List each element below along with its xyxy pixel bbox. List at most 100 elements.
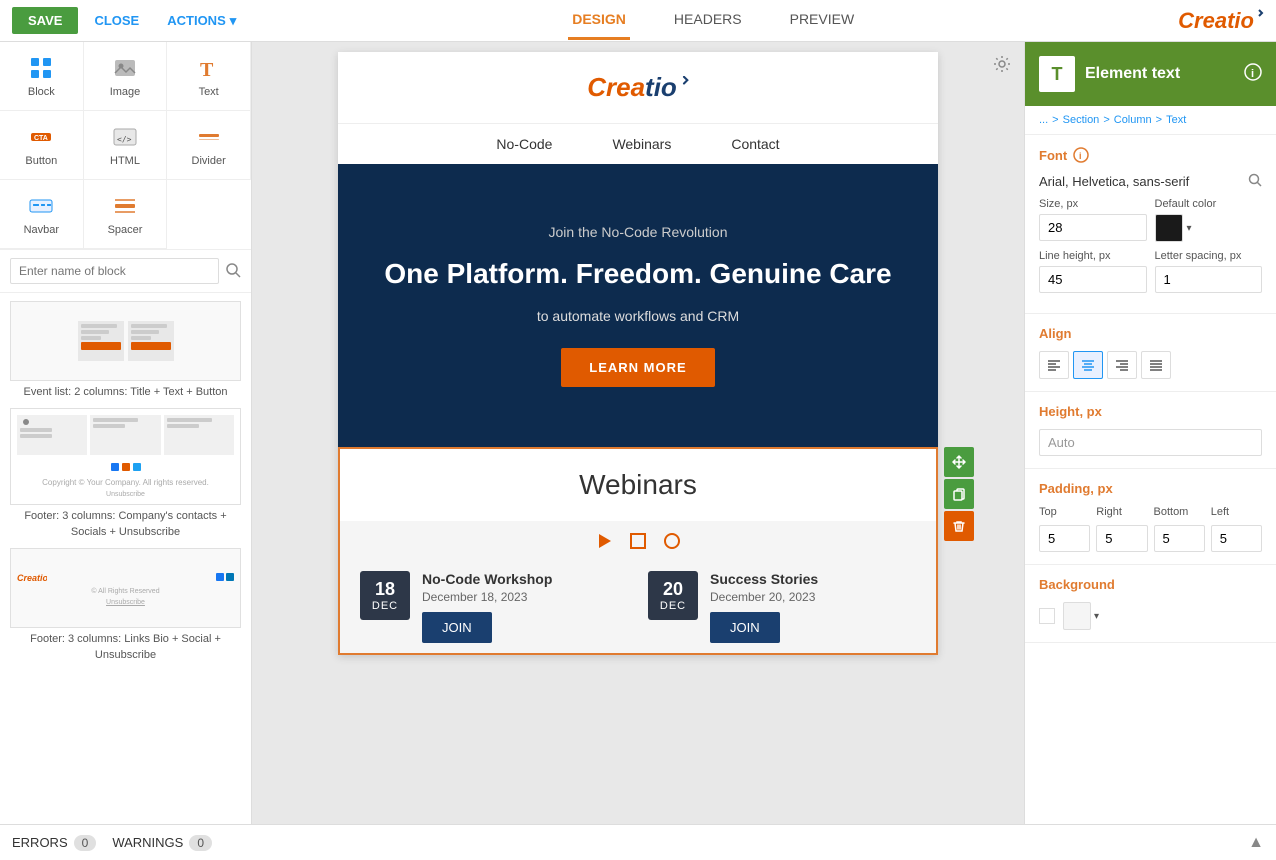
element-actions bbox=[944, 447, 974, 541]
background-row: ▾ bbox=[1039, 602, 1262, 630]
hero-description: to automate workflows and CRM bbox=[378, 308, 898, 324]
block-preview-footer-contacts-label: Footer: 3 columns: Company's contacts + … bbox=[10, 509, 241, 540]
height-input[interactable] bbox=[1039, 429, 1262, 456]
height-section-title: Height, px bbox=[1039, 404, 1262, 419]
status-toggle-button[interactable]: ▲ bbox=[1248, 834, 1264, 852]
align-center-button[interactable] bbox=[1073, 351, 1103, 379]
webinar-month-0: DEC bbox=[370, 600, 400, 612]
tab-design[interactable]: DESIGN bbox=[568, 1, 630, 40]
trash-icon bbox=[952, 519, 966, 533]
align-justify-button[interactable] bbox=[1141, 351, 1171, 379]
tab-headers[interactable]: HEADERS bbox=[670, 1, 746, 40]
webinar-day-1: 20 bbox=[658, 579, 688, 600]
tool-image[interactable]: Image bbox=[84, 42, 168, 111]
warnings-label: WARNINGS bbox=[112, 835, 183, 850]
copy-element-button[interactable] bbox=[944, 479, 974, 509]
align-right-button[interactable] bbox=[1107, 351, 1137, 379]
close-button[interactable]: CLOSE bbox=[82, 7, 151, 34]
play-icon bbox=[594, 531, 614, 551]
element-type-icon: T bbox=[1039, 56, 1075, 92]
padding-top-input[interactable] bbox=[1039, 525, 1090, 552]
save-button[interactable]: SAVE bbox=[12, 7, 78, 34]
webinar-date-text-0: December 18, 2023 bbox=[422, 590, 628, 604]
padding-bottom-label: Bottom bbox=[1154, 506, 1205, 518]
background-color-arrow[interactable]: ▾ bbox=[1094, 611, 1099, 622]
line-height-input[interactable] bbox=[1039, 266, 1147, 293]
font-search-icon bbox=[1248, 173, 1262, 187]
left-sidebar: Block Image T Text bbox=[0, 42, 252, 824]
tool-divider[interactable]: Divider bbox=[167, 111, 251, 180]
letter-spacing-field: Letter spacing, px bbox=[1155, 250, 1263, 293]
hero-subtitle: Join the No-Code Revolution bbox=[378, 224, 898, 240]
copy-icon bbox=[952, 487, 966, 501]
padding-right-input[interactable] bbox=[1096, 525, 1147, 552]
webinars-section-wrapper: Webinars bbox=[338, 447, 938, 655]
color-swatch[interactable] bbox=[1155, 214, 1183, 242]
background-color-swatch[interactable] bbox=[1063, 602, 1091, 630]
svg-text:i: i bbox=[1079, 151, 1082, 161]
nav-no-code[interactable]: No-Code bbox=[496, 136, 552, 152]
tool-text[interactable]: T Text bbox=[167, 42, 251, 111]
tool-navbar-label: Navbar bbox=[24, 224, 59, 236]
actions-button[interactable]: ACTIONS ▾ bbox=[155, 7, 248, 35]
breadcrumb-column[interactable]: Column bbox=[1114, 114, 1152, 126]
block-preview-footer-contacts[interactable]: Copyright © Your Company. All rights res… bbox=[10, 408, 241, 540]
padding-bottom-input[interactable] bbox=[1154, 525, 1205, 552]
block-search-area bbox=[0, 250, 251, 293]
color-dropdown-arrow[interactable]: ▾ bbox=[1187, 223, 1192, 234]
search-button[interactable] bbox=[225, 262, 241, 281]
button-icon: CTA bbox=[27, 123, 55, 151]
delete-element-button[interactable] bbox=[944, 511, 974, 541]
webinar-date-text-1: December 20, 2023 bbox=[710, 590, 916, 604]
webinars-section[interactable]: Webinars bbox=[338, 447, 938, 655]
color-label: Default color bbox=[1155, 198, 1263, 210]
tool-button[interactable]: CTA Button bbox=[0, 111, 84, 180]
panel-header: T Element text i bbox=[1025, 42, 1276, 106]
align-left-button[interactable] bbox=[1039, 351, 1069, 379]
breadcrumb-dots[interactable]: ... bbox=[1039, 114, 1048, 126]
canvas-settings-button[interactable] bbox=[992, 54, 1012, 77]
tool-block[interactable]: Block bbox=[0, 42, 84, 111]
size-label: Size, px bbox=[1039, 198, 1147, 210]
info-icon[interactable]: i bbox=[1244, 63, 1262, 86]
canvas-area[interactable]: Creatio No-Code Webinars Contact Join th… bbox=[252, 42, 1024, 824]
font-info-icon[interactable]: i bbox=[1073, 147, 1089, 163]
background-section: Background ▾ bbox=[1025, 565, 1276, 643]
tool-html[interactable]: </> HTML bbox=[84, 111, 168, 180]
webinar-join-button-0[interactable]: JOIN bbox=[422, 612, 492, 643]
tool-spacer[interactable]: Spacer bbox=[84, 180, 168, 249]
block-preview-footer-links[interactable]: Creatio © All Rights Reserved Unsubscrib… bbox=[10, 548, 241, 663]
block-preview-event-list-label: Event list: 2 columns: Title + Text + Bu… bbox=[10, 385, 241, 400]
hero-cta-button[interactable]: LEARN MORE bbox=[561, 348, 714, 387]
block-preview-event-list[interactable]: Event list: 2 columns: Title + Text + Bu… bbox=[10, 301, 241, 400]
font-family-row: Arial, Helvetica, sans-serif bbox=[1039, 173, 1262, 190]
warnings-group[interactable]: WARNINGS 0 bbox=[112, 835, 212, 851]
webinar-join-button-1[interactable]: JOIN bbox=[710, 612, 780, 643]
letter-spacing-input[interactable] bbox=[1155, 266, 1263, 293]
size-input[interactable] bbox=[1039, 214, 1147, 241]
padding-right-label: Right bbox=[1096, 506, 1147, 518]
webinar-date-box-1: 20 DEC bbox=[648, 571, 698, 620]
email-nav: No-Code Webinars Contact bbox=[338, 124, 938, 164]
nav-webinars[interactable]: Webinars bbox=[612, 136, 671, 152]
webinars-icons bbox=[340, 521, 936, 561]
webinar-title-0: No-Code Workshop bbox=[422, 571, 628, 587]
nav-contact[interactable]: Contact bbox=[731, 136, 779, 152]
font-search-button[interactable] bbox=[1248, 173, 1262, 190]
spacer-icon bbox=[111, 192, 139, 220]
search-input[interactable] bbox=[10, 258, 219, 284]
webinars-header: Webinars bbox=[340, 449, 936, 521]
padding-left-label: Left bbox=[1211, 506, 1262, 518]
webinar-info-0: No-Code Workshop December 18, 2023 JOIN bbox=[422, 571, 628, 643]
tab-preview[interactable]: PREVIEW bbox=[786, 1, 859, 40]
tool-navbar[interactable]: Navbar bbox=[0, 180, 84, 249]
html-icon: </> bbox=[111, 123, 139, 151]
breadcrumb-section[interactable]: Section bbox=[1063, 114, 1100, 126]
navbar-icon bbox=[27, 192, 55, 220]
errors-group[interactable]: ERRORS 0 bbox=[12, 835, 96, 851]
line-height-label: Line height, px bbox=[1039, 250, 1147, 262]
background-checkbox[interactable] bbox=[1039, 608, 1055, 624]
webinar-day-0: 18 bbox=[370, 579, 400, 600]
move-element-button[interactable] bbox=[944, 447, 974, 477]
padding-left-input[interactable] bbox=[1211, 525, 1262, 552]
